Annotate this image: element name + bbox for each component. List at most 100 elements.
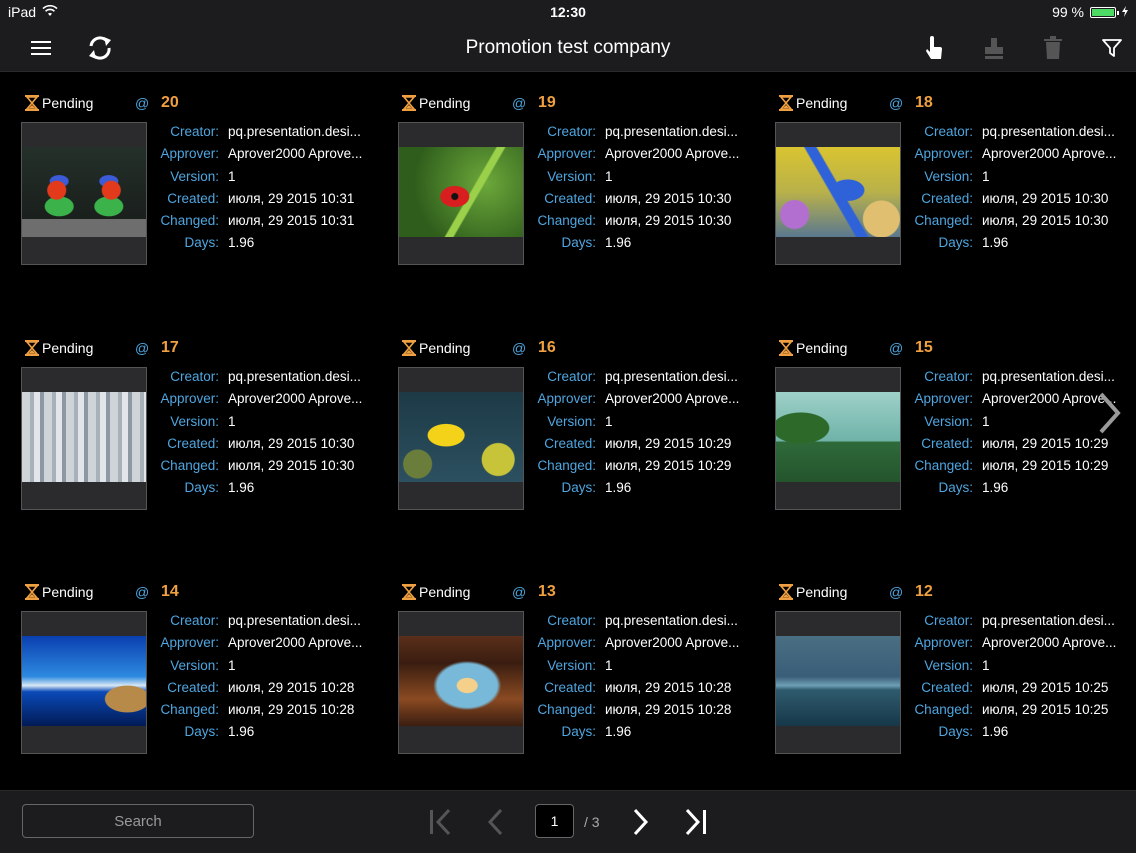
- field-label: Days:: [938, 480, 973, 496]
- field-days: Days: 1.96: [905, 480, 1136, 502]
- item-card[interactable]: Pending @ 20 Creator: pq.presentation.des…: [21, 72, 391, 265]
- thumbnail-image: [776, 636, 900, 726]
- field-value: 1: [982, 168, 990, 184]
- field-label: Days:: [938, 235, 973, 251]
- field-changed: Changed: июля, 29 2015 10:30: [151, 458, 391, 480]
- field-value: 1.96: [228, 235, 255, 251]
- thumbnail[interactable]: [398, 611, 524, 754]
- field-label: Version:: [170, 657, 219, 673]
- thumbnail[interactable]: [775, 367, 901, 510]
- thumbnail[interactable]: [21, 611, 147, 754]
- field-label: Changed:: [160, 458, 219, 474]
- item-number: 19: [538, 94, 556, 111]
- item-number: 17: [161, 339, 179, 356]
- item-card[interactable]: Pending @ 13 Creator: pq.presentation.des…: [398, 561, 768, 754]
- field-label: Days:: [184, 480, 219, 496]
- delete-button[interactable]: [1039, 34, 1067, 62]
- next-page-arrow[interactable]: [1094, 390, 1124, 436]
- thumbnail[interactable]: [21, 367, 147, 510]
- field-value: июля, 29 2015 10:30: [228, 458, 355, 474]
- field-value: pq.presentation.desi...: [982, 613, 1115, 628]
- touch-button[interactable]: [920, 34, 948, 62]
- field-changed: Changed: июля, 29 2015 10:29: [905, 458, 1136, 480]
- field-value: pq.presentation.desi...: [982, 124, 1115, 139]
- field-label: Version:: [170, 413, 219, 429]
- at-sign: @: [889, 95, 904, 111]
- field-created: Created: июля, 29 2015 10:28: [151, 680, 391, 702]
- touch-icon: [926, 36, 942, 59]
- field-label: Created:: [544, 190, 596, 206]
- field-value: pq.presentation.desi...: [982, 369, 1115, 384]
- thumbnail[interactable]: [398, 122, 524, 265]
- field-value: июля, 29 2015 10:30: [605, 190, 732, 206]
- next-page-button[interactable]: [623, 805, 657, 839]
- field-value: июля, 29 2015 10:30: [605, 213, 732, 229]
- status-text: Pending: [42, 584, 94, 600]
- field-value: pq.presentation.desi...: [605, 613, 738, 628]
- previous-page-button[interactable]: [479, 805, 513, 839]
- stamp-icon: [985, 38, 1003, 59]
- field-value: pq.presentation.desi...: [605, 369, 738, 384]
- at-sign: @: [889, 340, 904, 356]
- field-value: pq.presentation.desi...: [228, 124, 361, 139]
- field-label: Created:: [167, 435, 219, 451]
- field-label: Version:: [547, 413, 596, 429]
- field-value: Aprover2000 Aprove...: [605, 635, 740, 651]
- bottom-bar: 1 / 3: [0, 790, 1136, 853]
- field-label: Changed:: [914, 702, 973, 718]
- field-label: Approver:: [160, 635, 219, 651]
- field-creator: Creator: pq.presentation.desi...: [905, 613, 1136, 635]
- thumbnail[interactable]: [398, 367, 524, 510]
- last-page-button[interactable]: [679, 805, 713, 839]
- first-page-button[interactable]: [423, 805, 457, 839]
- field-label: Version:: [924, 168, 973, 184]
- last-page-icon: [685, 808, 706, 836]
- field-changed: Changed: июля, 29 2015 10:28: [151, 702, 391, 724]
- field-label: Version:: [170, 168, 219, 184]
- at-sign: @: [512, 340, 527, 356]
- field-creator: Creator: pq.presentation.desi...: [528, 124, 768, 146]
- item-card[interactable]: Pending @ 19 Creator: pq.presentation.des…: [398, 72, 768, 265]
- field-creator: Creator: pq.presentation.desi...: [905, 369, 1136, 391]
- field-approver: Approver: Aprover2000 Aprove...: [151, 635, 391, 657]
- field-value: июля, 29 2015 10:29: [605, 458, 732, 474]
- battery-icon: [1090, 6, 1119, 18]
- status-text: Pending: [419, 340, 471, 356]
- item-card[interactable]: Pending @ 14 Creator: pq.presentation.des…: [21, 561, 391, 754]
- field-value: Aprover2000 Aprove...: [982, 635, 1117, 651]
- field-value: июля, 29 2015 10:28: [605, 679, 732, 695]
- item-card[interactable]: Pending @ 18 Creator: pq.presentation.des…: [775, 72, 1136, 265]
- field-created: Created: июля, 29 2015 10:29: [905, 436, 1136, 458]
- field-label: Creator:: [547, 124, 596, 139]
- field-value: 1.96: [228, 480, 255, 496]
- thumbnail[interactable]: [775, 611, 901, 754]
- hourglass-icon: [779, 584, 793, 600]
- filter-button[interactable]: [1098, 34, 1126, 62]
- field-label: Changed:: [160, 213, 219, 229]
- stamp-button[interactable]: [980, 34, 1008, 62]
- thumbnail-image: [776, 147, 900, 237]
- search-input[interactable]: [22, 804, 254, 838]
- field-creator: Creator: pq.presentation.desi...: [151, 613, 391, 635]
- field-value: 1.96: [982, 235, 1009, 251]
- chevron-right-icon: [633, 808, 649, 836]
- status-label: Pending: [402, 340, 470, 356]
- field-created: Created: июля, 29 2015 10:25: [905, 680, 1136, 702]
- field-creator: Creator: pq.presentation.desi...: [528, 613, 768, 635]
- item-card[interactable]: Pending @ 12 Creator: pq.presentation.des…: [775, 561, 1136, 754]
- page-number-input[interactable]: 1: [535, 804, 574, 838]
- field-creator: Creator: pq.presentation.desi...: [905, 124, 1136, 146]
- item-card[interactable]: Pending @ 15 Creator: pq.presentation.des…: [775, 317, 1136, 510]
- field-changed: Changed: июля, 29 2015 10:30: [905, 213, 1136, 235]
- field-label: Created:: [544, 435, 596, 451]
- item-card[interactable]: Pending @ 17 Creator: pq.presentation.des…: [21, 317, 391, 510]
- charging-icon: [1122, 4, 1128, 20]
- field-value: pq.presentation.desi...: [605, 124, 738, 139]
- field-value: 1: [982, 657, 990, 673]
- thumbnail[interactable]: [21, 122, 147, 265]
- thumbnail[interactable]: [775, 122, 901, 265]
- field-label: Version:: [547, 657, 596, 673]
- hourglass-icon: [402, 584, 416, 600]
- item-card[interactable]: Pending @ 16 Creator: pq.presentation.des…: [398, 317, 768, 510]
- field-value: июля, 29 2015 10:30: [982, 190, 1109, 206]
